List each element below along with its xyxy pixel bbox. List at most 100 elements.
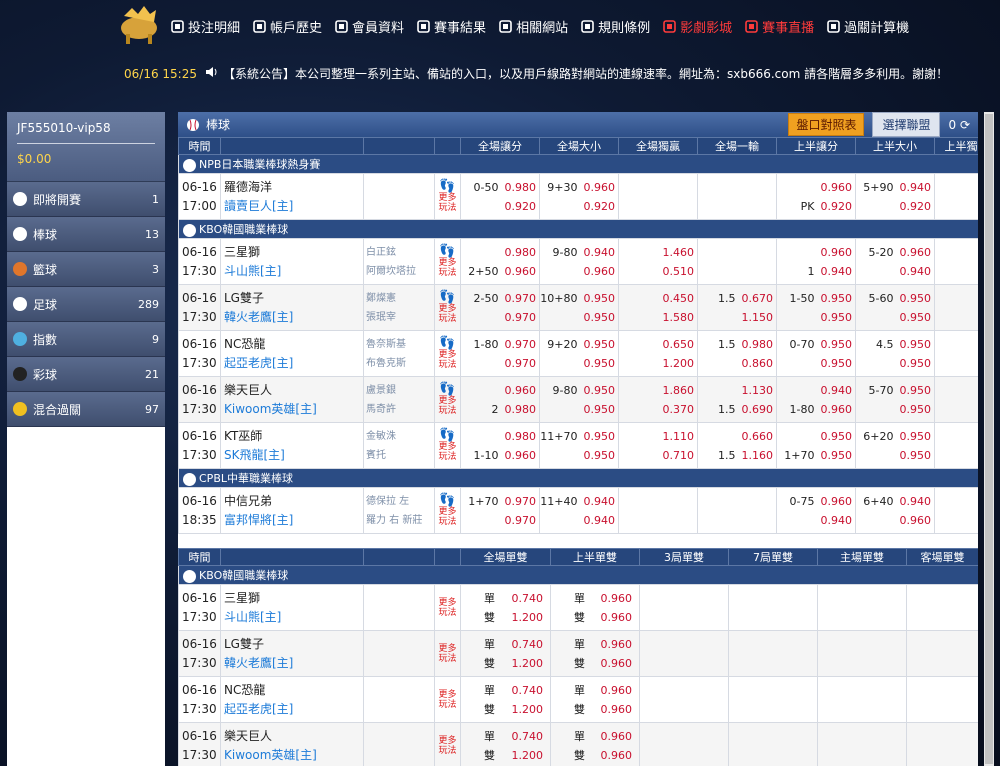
odds-cell-h1[interactable]: 0.950 1+70 0.950 [776,422,856,469]
odds-cell-ml[interactable]: 0.650 1.200 [618,330,698,377]
odds-value[interactable]: 0.950 [584,308,616,327]
odds-value[interactable]: 0.970 [505,354,537,373]
odds-value[interactable]: 0.740 [512,681,548,700]
nav-item-0[interactable]: 投注明細 [170,17,240,36]
sidebar-item-3[interactable]: 足球 289 [7,287,165,322]
odds-cell-h1[interactable]: 0.940 1-80 0.960 [776,376,856,423]
odds-value[interactable]: 1.200 [663,354,695,373]
odds-cell-hc[interactable]: 1+70 0.970 0.970 [460,487,540,534]
odds-value[interactable]: 0.960 [601,654,637,673]
odds-value[interactable]: 0.970 [505,335,537,354]
odds-value[interactable]: 0.670 [742,289,774,308]
odds-cell-one[interactable]: 1.130 1.5 0.690 [697,376,777,423]
odds-cell-one[interactable]: 1.5 0.670 1.150 [697,284,777,331]
odds-cell-ou[interactable]: 11+70 0.950 0.950 [539,422,619,469]
odds-cell-ou[interactable]: 9-80 0.950 0.950 [539,376,619,423]
odds-cell-h1[interactable]: 0-75 0.960 0.940 [776,487,856,534]
odds-value[interactable]: 0.950 [900,427,932,446]
odd-even-cell-half[interactable]: 單 0.960 雙 0.960 [550,630,640,677]
odds-value[interactable]: 0.950 [900,446,932,465]
odds-value[interactable]: 0.710 [663,446,695,465]
odds-value[interactable]: 0.950 [584,381,616,400]
sidebar-item-4[interactable]: 指數 9 [7,322,165,357]
odds-value[interactable]: 0.950 [584,354,616,373]
sidebar-item-6[interactable]: 混合過關 97 [7,392,165,427]
odds-cell-ou[interactable]: 9-80 0.940 0.960 [539,238,619,285]
odds-cell-h1[interactable]: 0.960 PK 0.920 [776,173,856,220]
horse-logo-icon[interactable] [114,2,164,46]
odds-value[interactable]: 1.200 [512,746,548,765]
more-bets-button[interactable]: 更多玩法 [434,722,461,766]
odds-value[interactable]: 0.970 [505,289,537,308]
odds-value[interactable]: 0.950 [900,354,932,373]
scrollbar[interactable] [984,112,994,766]
odd-even-cell-full[interactable]: 單 0.740 雙 1.200 [460,722,551,766]
odds-value[interactable]: 0.920 [821,197,853,216]
odds-value[interactable]: 0.940 [821,381,853,400]
odd-even-cell-full[interactable]: 單 0.740 雙 1.200 [460,630,551,677]
nav-item-6[interactable]: 影劇影城 [662,17,732,36]
odds-value[interactable]: 0.450 [663,289,695,308]
odds-value[interactable]: 0.960 [601,681,637,700]
odds-cell-ml[interactable] [618,487,698,534]
odds-value[interactable]: 0.960 [821,492,853,511]
odds-value[interactable]: 0.970 [505,511,537,530]
odds-cell-ml[interactable]: 1.460 0.510 [618,238,698,285]
odd-even-cell-half[interactable]: 單 0.960 雙 0.960 [550,722,640,766]
odds-value[interactable]: 0.970 [505,308,537,327]
odds-value[interactable]: 1.580 [663,308,695,327]
more-bets-button[interactable]: 👣 更多玩法 [434,330,461,377]
odds-cell-ou[interactable]: 11+40 0.940 0.940 [539,487,619,534]
odds-cell-ml[interactable]: 1.860 0.370 [618,376,698,423]
odds-value[interactable]: 0.650 [663,335,695,354]
sidebar-item-0[interactable]: 即將開賽 1 [7,182,165,217]
odds-cell-ml[interactable]: 0.450 1.580 [618,284,698,331]
odds-value[interactable]: 1.200 [512,700,548,719]
odds-cell-one[interactable]: 0.660 1.5 1.160 [697,422,777,469]
odds-cell-ml[interactable]: 1.110 0.710 [618,422,698,469]
odds-value[interactable]: 1.860 [663,381,695,400]
more-bets-button[interactable]: 👣 更多玩法 [434,238,461,285]
odds-value[interactable]: 0.960 [601,608,637,627]
more-bets-button[interactable]: 更多玩法 [434,630,461,677]
odds-value[interactable]: 0.970 [505,492,537,511]
odds-value[interactable]: 1.130 [742,381,774,400]
odds-cell-ou[interactable]: 9+20 0.950 0.950 [539,330,619,377]
nav-item-3[interactable]: 賽事結果 [416,17,486,36]
odds-value[interactable]: 0.980 [742,335,774,354]
sidebar-item-1[interactable]: 棒球 13 [7,217,165,252]
odds-value[interactable]: 0.950 [821,427,853,446]
nav-item-5[interactable]: 規則條例 [580,17,650,36]
nav-item-8[interactable]: 過關計算機 [826,17,909,36]
sidebar-item-2[interactable]: 籃球 3 [7,252,165,287]
odds-value[interactable]: 0.940 [900,262,932,281]
odds-value[interactable]: 0.510 [663,262,695,281]
odds-value[interactable]: 0.740 [512,589,548,608]
odd-even-cell-half[interactable]: 單 0.960 雙 0.960 [550,584,640,631]
odds-value[interactable]: 0.940 [584,243,616,262]
odd-even-cell-full[interactable]: 單 0.740 雙 1.200 [460,584,551,631]
odds-cell-hc[interactable]: 2-50 0.970 0.970 [460,284,540,331]
odds-value[interactable]: 0.960 [900,511,932,530]
odds-value[interactable]: 0.940 [900,492,932,511]
odds-value[interactable]: 0.920 [584,197,616,216]
odds-cell-one[interactable]: 1.5 0.980 0.860 [697,330,777,377]
odds-value[interactable]: 0.950 [821,354,853,373]
odds-value[interactable]: 1.460 [663,243,695,262]
odds-value[interactable]: 0.940 [821,262,853,281]
odds-value[interactable]: 0.950 [900,400,932,419]
odds-cell-hc[interactable]: 1-80 0.970 0.970 [460,330,540,377]
odds-value[interactable]: 1.110 [663,427,695,446]
odds-cell-ou1[interactable]: 4.5 0.950 0.950 [855,330,935,377]
odds-value[interactable]: 0.950 [821,446,853,465]
nav-item-2[interactable]: 會員資料 [334,17,404,36]
odds-cell-one[interactable] [697,487,777,534]
odds-cell-ou1[interactable]: 5-20 0.960 0.940 [855,238,935,285]
odds-value[interactable]: 0.960 [601,635,637,654]
sidebar-item-5[interactable]: 彩球 21 [7,357,165,392]
odds-value[interactable]: 0.960 [900,243,932,262]
odds-value[interactable]: 0.960 [821,243,853,262]
odds-value[interactable]: 0.940 [584,511,616,530]
odds-value[interactable]: 0.370 [663,400,695,419]
odds-cell-h1[interactable]: 0-70 0.950 0.950 [776,330,856,377]
